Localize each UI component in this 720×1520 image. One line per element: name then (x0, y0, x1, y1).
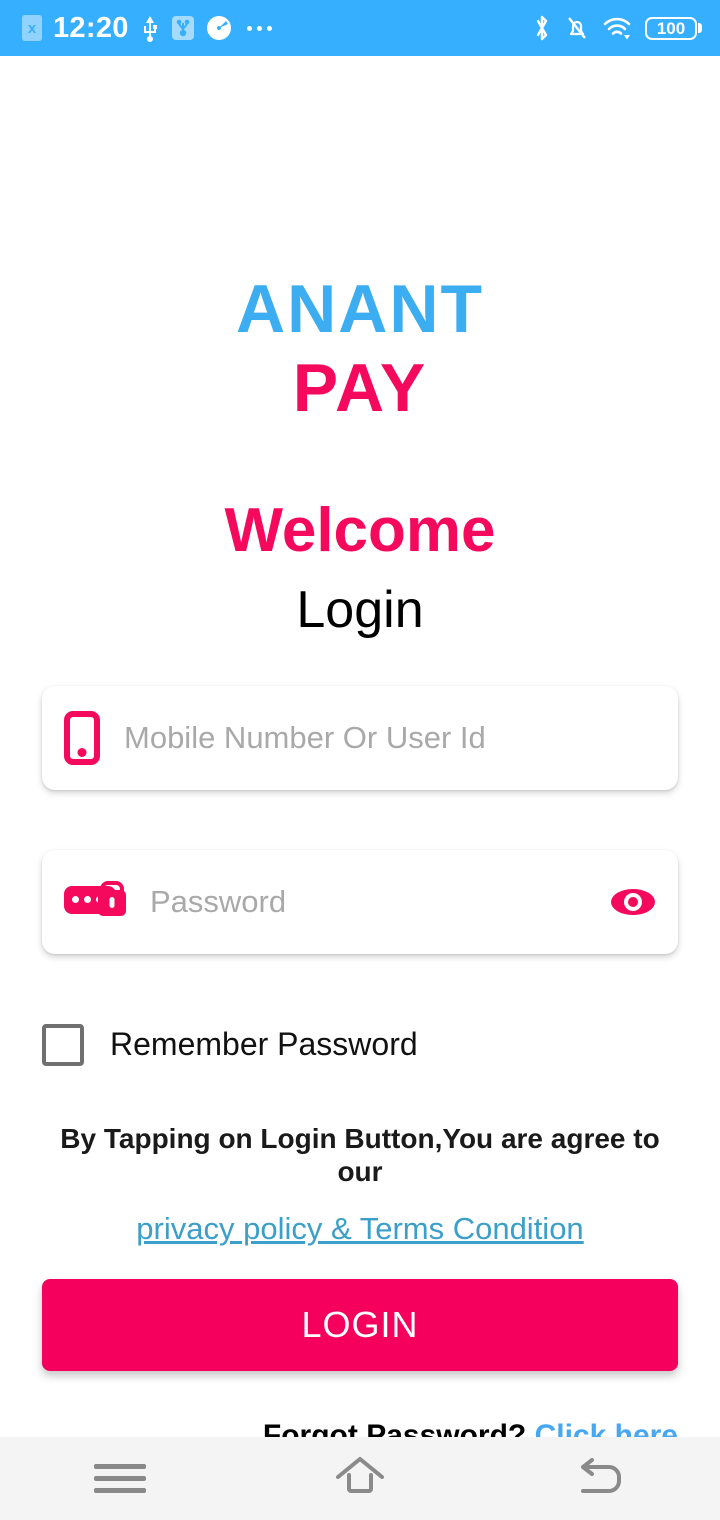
password-input[interactable] (126, 883, 610, 920)
mobile-phone-icon (64, 710, 100, 765)
remember-password-checkbox[interactable] (42, 1023, 84, 1066)
bell-muted-icon (565, 14, 589, 42)
usb-icon (140, 14, 160, 42)
status-bar-right: 100 (532, 14, 702, 42)
nav-back-button[interactable] (540, 1449, 660, 1509)
wifi-icon (602, 15, 632, 41)
page-title: Login (296, 580, 424, 639)
remember-password-label: Remember Password (110, 1026, 418, 1063)
welcome-heading: Welcome (224, 495, 496, 565)
mobile-input[interactable] (100, 719, 656, 756)
system-navigation-bar (0, 1437, 720, 1520)
eye-icon[interactable] (610, 886, 656, 918)
battery-level: 100 (645, 16, 697, 40)
battery-icon: 100 (645, 16, 702, 40)
sim-card-x-icon: x (22, 15, 42, 41)
menu-icon (94, 1457, 146, 1500)
status-bar: x 12:20 100 (0, 0, 720, 56)
app-logo: ANANT PAY (42, 56, 678, 424)
mobile-field-card[interactable] (42, 685, 678, 790)
more-dots-icon (246, 25, 272, 31)
logo-text-anant: ANANT (236, 271, 484, 347)
login-button[interactable]: LOGIN (42, 1278, 678, 1371)
nav-home-button[interactable] (300, 1449, 420, 1509)
terms-block: By Tapping on Login Button,You are agree… (42, 1122, 678, 1247)
login-content: ANANT PAY Welcome Login Mobile Number Or… (0, 56, 720, 1452)
login-screen: x 12:20 100 ANANT PAY Welcome Login Mobi… (0, 0, 720, 1520)
speedometer-icon (206, 15, 232, 41)
bluetooth-icon (532, 14, 552, 42)
logo-text-pay: PAY (292, 350, 428, 427)
status-bar-clock: 12:20 (53, 11, 129, 44)
back-icon (573, 1453, 627, 1504)
password-lock-icon (64, 878, 126, 926)
adb-debug-icon (171, 15, 195, 41)
nav-recents-button[interactable] (60, 1449, 180, 1509)
status-bar-left: x 12:20 (22, 11, 272, 44)
home-icon (331, 1453, 389, 1504)
password-field-card[interactable] (42, 849, 678, 954)
remember-password-row[interactable]: Remember Password (42, 1023, 678, 1066)
terms-text: By Tapping on Login Button,You are agree… (60, 1122, 660, 1188)
privacy-policy-terms-link[interactable]: privacy policy & Terms Condition (136, 1211, 583, 1247)
